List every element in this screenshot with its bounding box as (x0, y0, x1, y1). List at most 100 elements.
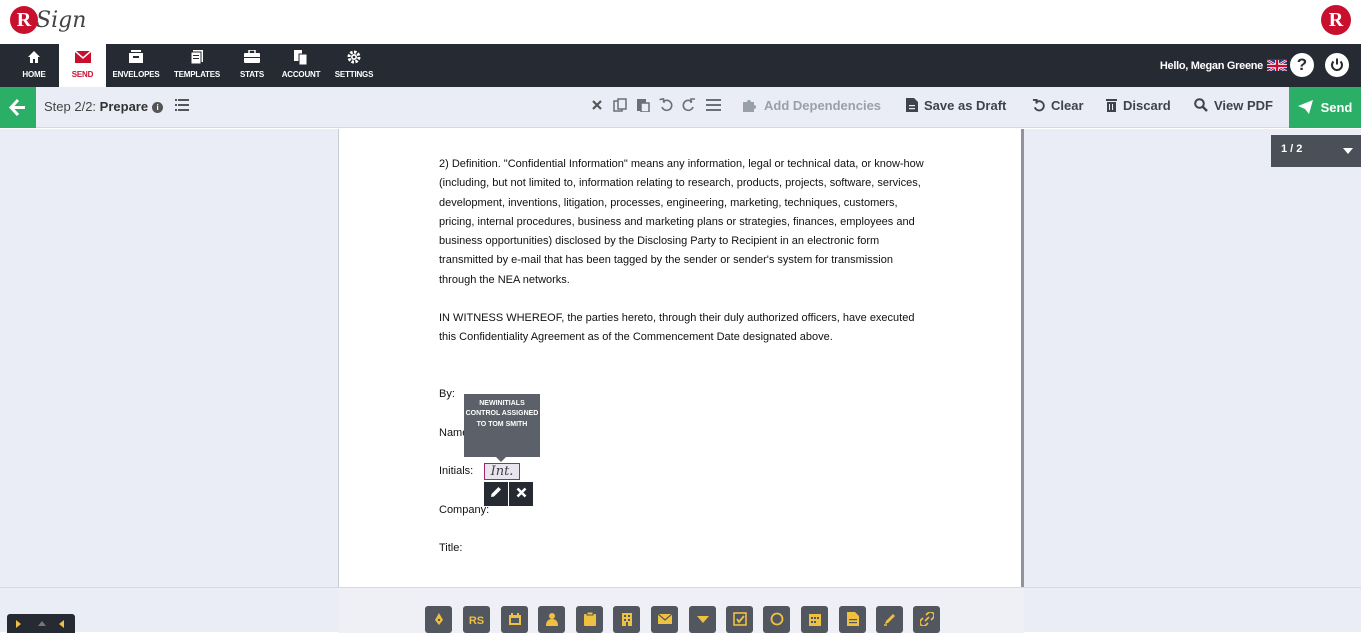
nav-templates[interactable]: TEMPLATES (170, 44, 224, 87)
hyperlink-icon (918, 611, 935, 627)
control-tile-email[interactable] (651, 606, 678, 633)
uk-flag-icon[interactable] (1267, 59, 1287, 71)
list-icon[interactable] (174, 98, 190, 114)
signature-pen-icon (432, 611, 446, 627)
clear-label: Clear (1051, 98, 1084, 113)
date-stamp-icon (508, 611, 522, 627)
control-tile-checkbox[interactable] (726, 606, 753, 633)
step-indicator: Step 2/2: Prepare i (44, 99, 164, 114)
control-tile-person[interactable] (538, 606, 565, 633)
person-icon (545, 611, 559, 627)
control-tile-building[interactable] (613, 606, 640, 633)
witness-paragraph: IN WITNESS WHEREOF, the parties hereto, … (439, 312, 915, 344)
save-as-draft-button[interactable]: Save as Draft (906, 98, 1006, 113)
discard-button[interactable]: Discard (1106, 98, 1171, 113)
nav-envelopes[interactable]: ENVELOPES (110, 44, 162, 87)
control-tile-label-pen[interactable] (876, 606, 903, 633)
page-selector[interactable]: 1 / 2 (1271, 135, 1361, 167)
control-tile-calendar[interactable] (801, 606, 828, 633)
clipboard-icon (583, 611, 597, 627)
rsign-logo[interactable]: R Sign (10, 4, 86, 40)
inbox-icon (110, 44, 162, 68)
triangle-up-icon[interactable] (38, 621, 46, 626)
user-greeting[interactable]: Hello, Megan Greene (1160, 60, 1263, 72)
copy-icon (280, 44, 322, 68)
control-tile-dropdown[interactable] (689, 606, 716, 633)
radio-icon (770, 611, 784, 627)
nav-send[interactable]: SEND (59, 44, 106, 87)
nav-account-label: ACCOUNT (281, 70, 321, 79)
add-dependencies-button[interactable]: Add Dependencies (742, 98, 881, 113)
label-pen-icon (883, 611, 897, 627)
logout-button[interactable] (1325, 53, 1349, 77)
delete-control-icon[interactable] (589, 98, 605, 114)
pencil-icon (491, 487, 501, 497)
edit-control-button[interactable] (484, 482, 508, 506)
reset-icon (1032, 99, 1045, 112)
control-tile-signature-pen[interactable] (425, 606, 452, 633)
undo-icon[interactable] (658, 97, 674, 114)
remove-control-button[interactable] (509, 482, 533, 506)
file-icon (906, 98, 918, 112)
save-as-draft-label: Save as Draft (924, 98, 1007, 113)
logo-letter: R (10, 6, 38, 34)
envelope-icon (59, 44, 106, 68)
email-icon (657, 611, 672, 627)
step-prefix: Step 2/2: (44, 99, 97, 114)
definition-paragraph: 2) Definition. "Confidential Information… (439, 158, 924, 286)
play-left-icon[interactable] (59, 620, 64, 628)
initials-control[interactable]: Int. (484, 463, 520, 480)
control-tile-hyperlink[interactable] (913, 606, 940, 633)
panel-toggle-arrows[interactable] (7, 614, 75, 633)
back-button[interactable] (0, 87, 36, 128)
nav-home[interactable]: HOME (10, 44, 58, 87)
document-page[interactable]: 2) Definition. "Confidential Information… (338, 129, 1024, 587)
send-label: Send (1320, 100, 1353, 115)
control-tile-text-field[interactable] (839, 606, 866, 633)
nav-templates-label: TEMPLATES (173, 70, 221, 79)
chevron-down-icon (1343, 148, 1353, 154)
document-workspace: 2) Definition. "Confidential Information… (0, 129, 1361, 587)
control-tile-initials[interactable]: RS (463, 606, 490, 633)
discard-label: Discard (1123, 98, 1171, 113)
step-name: Prepare (99, 99, 149, 114)
title-label: Title: (439, 542, 463, 554)
app-header: R Sign R (0, 0, 1361, 44)
play-right-icon[interactable] (16, 620, 21, 628)
paste-control-icon[interactable] (635, 98, 651, 114)
power-icon (1331, 58, 1343, 71)
arrow-left-icon (8, 98, 25, 117)
info-icon[interactable]: i (152, 102, 164, 113)
paper-plane-icon (1297, 100, 1313, 114)
dropdown-icon (696, 611, 710, 627)
control-tile-radio[interactable] (763, 606, 790, 633)
trash-icon (1106, 99, 1117, 112)
send-button[interactable]: Send (1289, 87, 1361, 128)
control-tile-date-stamp[interactable] (501, 606, 528, 633)
nav-stats-label: STATS (239, 70, 265, 79)
nav-settings[interactable]: SETTINGS (333, 44, 375, 87)
gear-icon (333, 44, 375, 68)
view-pdf-label: View PDF (1214, 98, 1274, 113)
align-icon[interactable] (705, 98, 721, 114)
nav-settings-label: SETTINGS (334, 70, 374, 79)
initials-icon: RS (468, 615, 485, 627)
text-field-icon (846, 611, 860, 627)
checkbox-icon (732, 611, 747, 627)
document-stack-icon (170, 44, 224, 68)
copy-control-icon[interactable] (612, 98, 628, 114)
nav-stats[interactable]: STATS (234, 44, 270, 87)
view-pdf-button[interactable]: View PDF (1194, 98, 1273, 113)
puzzle-icon (743, 100, 756, 112)
brand-logo: R (1321, 5, 1351, 35)
control-tile-clipboard[interactable] (576, 606, 603, 633)
help-button[interactable]: ? (1290, 53, 1314, 77)
add-dependencies-label: Add Dependencies (764, 98, 882, 113)
control-palette-bar: RS (0, 587, 1361, 633)
main-nav: HOME SEND ENVELOPES TEMPLATES STATS ACCO… (0, 44, 1361, 87)
company-label: Company: (439, 504, 490, 516)
nav-account[interactable]: ACCOUNT (280, 44, 322, 87)
logo-word: Sign (36, 8, 87, 33)
clear-button[interactable]: Clear (1032, 98, 1084, 113)
redo-icon[interactable] (681, 98, 697, 114)
